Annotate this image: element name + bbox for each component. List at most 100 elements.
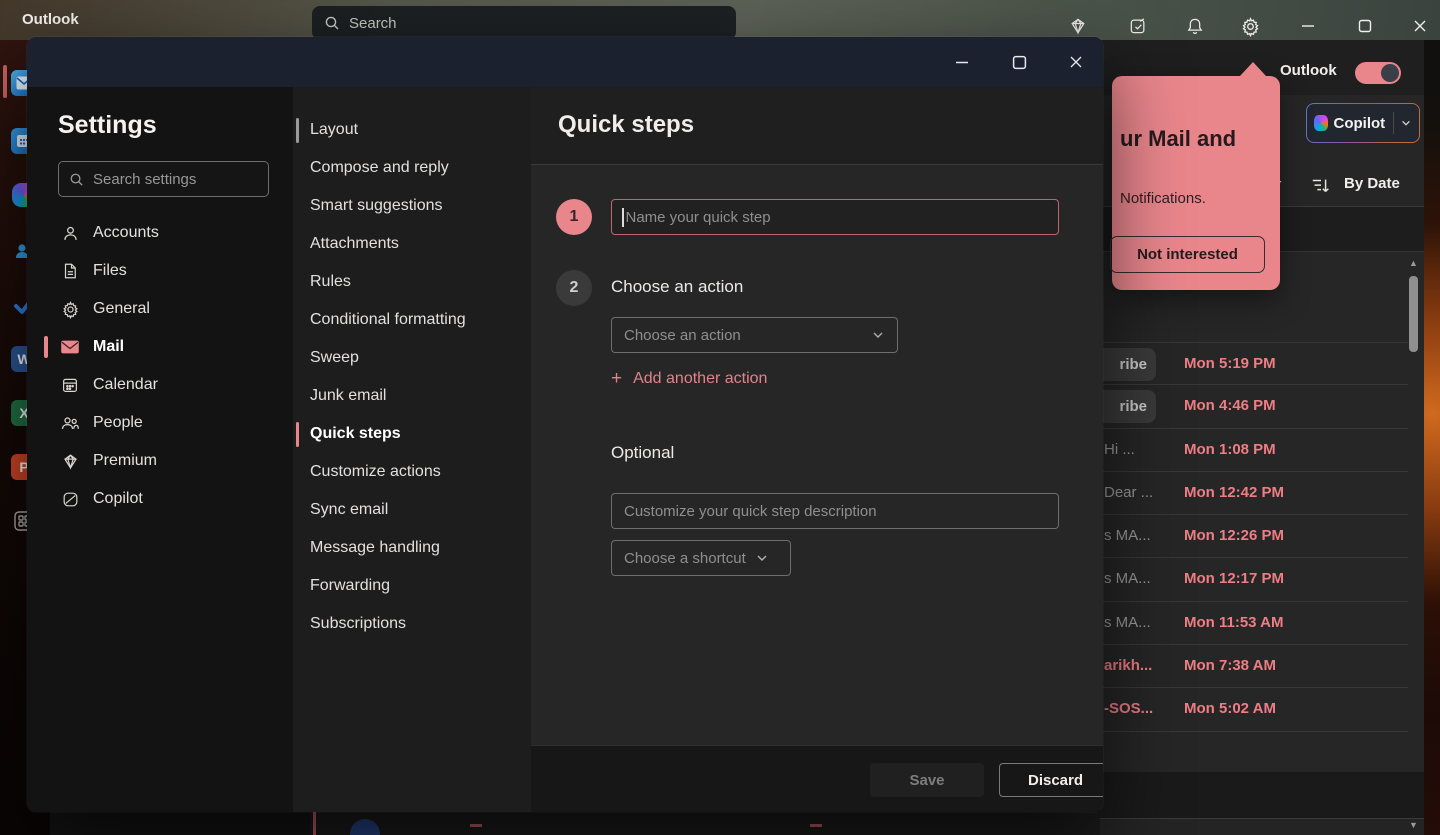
person-icon [60,223,80,243]
scrollbar-down-arrow[interactable]: ▼ [1408,820,1419,830]
message-time: Mon 12:17 PM [1184,570,1284,587]
settings-sidebar: Settings Search settings Accounts Files [27,87,293,812]
dialog-close-button[interactable] [1056,46,1096,78]
sidebar-item-copilot[interactable]: Copilot [27,480,293,518]
message-time: Mon 12:26 PM [1184,527,1284,544]
search-input[interactable]: Search [312,6,736,40]
sidebar-item-files[interactable]: Files [27,252,293,290]
premium-gem-icon[interactable] [1066,14,1090,38]
gear-icon [60,299,80,319]
section-smart-suggestions[interactable]: Smart suggestions [293,187,531,225]
list-footer-strip [1100,772,1424,818]
settings-categories: Accounts Files General Mail [27,214,293,518]
copilot-button-label: Copilot [1334,115,1386,132]
diamond-icon [60,451,80,471]
message-row[interactable]: -SOS... Mon 5:02 AM [1100,688,1408,731]
settings-search-input[interactable]: Search settings [58,161,269,197]
message-time: Mon 12:42 PM [1184,484,1284,501]
scrollbar-thumb[interactable] [1409,276,1418,352]
message-row[interactable]: s MA... Mon 12:26 PM [1100,515,1408,558]
message-row[interactable]: ribe Mon 5:19 PM [1100,342,1408,385]
window-close-button[interactable] [1405,13,1435,39]
unsubscribe-chip[interactable]: ribe [1100,390,1156,423]
notes-tasks-icon[interactable] [1126,14,1150,38]
sidebar-item-premium[interactable]: Premium [27,442,293,480]
section-message-handling[interactable]: Message handling [293,529,531,567]
section-sweep[interactable]: Sweep [293,339,531,377]
sidebar-item-general[interactable]: General [27,290,293,328]
scrollbar[interactable]: ▲ ▼ [1406,252,1421,835]
screen: Outlook Search [0,0,1440,835]
new-outlook-label: Outlook [1280,62,1337,79]
message-row[interactable]: s MA... Mon 11:53 AM [1100,602,1408,645]
section-compose-and-reply[interactable]: Compose and reply [293,149,531,187]
quick-step-name-input[interactable]: Name your quick step [611,199,1059,235]
dialog-titlebar [27,37,1103,87]
action-dropdown[interactable]: Choose an action [611,317,898,353]
mail-sections-nav: Layout Compose and reply Smart suggestio… [293,87,531,812]
app-titlebar: Outlook Search [0,0,1440,40]
message-row[interactable]: Dear ... Mon 12:42 PM [1100,472,1408,515]
optional-heading: Optional [611,443,674,463]
save-button[interactable]: Save [870,763,984,797]
panel-title: Quick steps [558,111,694,139]
discard-button[interactable]: Discard [999,763,1103,797]
window-minimize-button[interactable] [1293,13,1323,39]
section-junk-email[interactable]: Junk email [293,377,531,415]
window-maximize-button[interactable] [1350,13,1380,39]
message-row[interactable]: arikh... Mon 7:38 AM [1100,645,1408,688]
section-attachments[interactable]: Attachments [293,225,531,263]
sidebar-item-mail[interactable]: Mail [27,328,293,366]
not-interested-button[interactable]: Not interested [1110,236,1265,273]
panel-content: 1 Name your quick step 2 Choose an actio… [531,165,1103,745]
new-outlook-toggle[interactable] [1355,62,1401,84]
message-snippet: s MA... [1104,527,1151,544]
mail-icon [60,337,80,357]
section-layout[interactable]: Layout [293,111,531,149]
sort-icon[interactable] [1310,175,1332,197]
chevron-down-icon [755,551,769,565]
file-icon [60,261,80,281]
text-caret [622,208,624,227]
message-row[interactable]: ribe Mon 4:46 PM [1100,385,1408,428]
message-snippet: s MA... [1104,614,1151,631]
sort-by-date-button[interactable]: By Date [1344,175,1400,192]
copilot-dropdown-chevron-icon[interactable] [1400,117,1412,129]
sidebar-item-accounts[interactable]: Accounts [27,214,293,252]
message-row[interactable]: Hi ... Mon 1:08 PM [1100,429,1408,472]
sidebar-item-calendar[interactable]: Calendar [27,366,293,404]
dialog-maximize-button[interactable] [999,46,1039,78]
name-placeholder: Name your quick step [626,209,771,226]
section-quick-steps[interactable]: Quick steps [293,415,531,453]
section-forwarding[interactable]: Forwarding [293,567,531,605]
calendar-icon [60,375,80,395]
section-subscriptions[interactable]: Subscriptions [293,605,531,643]
copilot-button[interactable]: Copilot [1306,103,1420,143]
shortcut-dropdown[interactable]: Choose a shortcut [611,540,791,576]
section-conditional-formatting[interactable]: Conditional formatting [293,301,531,339]
nav-scroll-indicator [296,118,299,143]
message-row[interactable]: s MA... Mon 12:17 PM [1100,558,1408,601]
toggle-knob [1381,64,1399,82]
quick-steps-panel: Quick steps 1 Name your quick step 2 Cho… [531,87,1103,812]
gear-icon[interactable] [1238,14,1262,38]
section-rules[interactable]: Rules [293,263,531,301]
scrollbar-up-arrow[interactable]: ▲ [1408,258,1419,268]
copilot-icon [60,489,80,509]
description-input[interactable]: Customize your quick step description [611,493,1059,529]
panel-footer: Save Discard [531,745,1103,812]
search-placeholder: Search [349,15,397,32]
message-snippet: Hi ... [1104,441,1135,458]
text-fragment [470,824,482,827]
plus-icon: + [611,368,622,390]
section-sync-email[interactable]: Sync email [293,491,531,529]
add-another-action-button[interactable]: + Add another action [611,368,767,390]
section-customize-actions[interactable]: Customize actions [293,453,531,491]
sidebar-item-people[interactable]: People [27,404,293,442]
bell-icon[interactable] [1183,14,1207,38]
unsubscribe-chip[interactable]: ribe [1100,348,1156,381]
folder-pane-strip [50,812,310,835]
dialog-minimize-button[interactable] [942,46,982,78]
rail-selected-indicator [3,65,7,98]
desktop-wallpaper-sliver [1424,40,1440,835]
